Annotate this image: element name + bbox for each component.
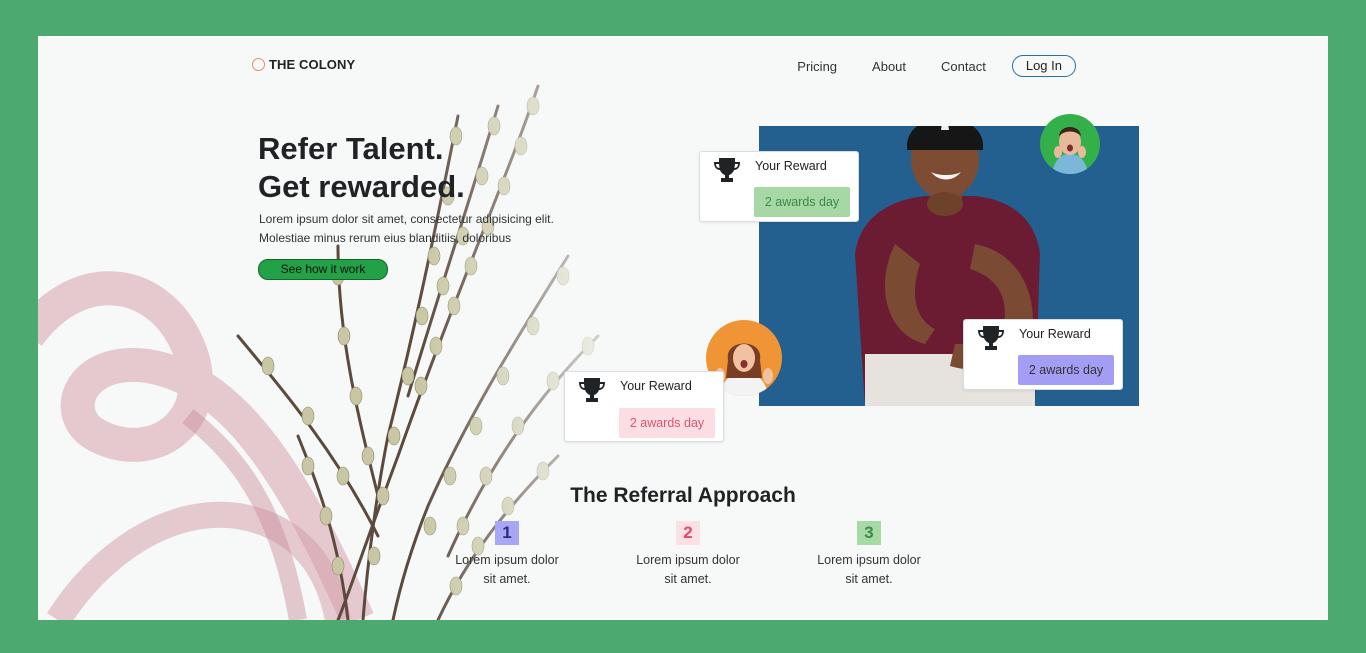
step-text-line2: sit amet.: [845, 572, 893, 586]
step-item: 2 Lorem ipsum dolor sit amet.: [618, 521, 758, 589]
step-text: Lorem ipsum dolor sit amet.: [437, 551, 577, 589]
see-how-it-works-button[interactable]: See how it work: [258, 259, 388, 280]
nav-link-pricing[interactable]: Pricing: [797, 59, 837, 74]
trophy-icon: [579, 378, 605, 402]
step-text-line2: sit amet.: [664, 572, 712, 586]
avatar-surprised-man: [1040, 114, 1100, 174]
hero-title-line1: Refer Talent.: [258, 131, 444, 166]
step-text-line1: Lorem ipsum dolor: [636, 553, 740, 567]
section-title: The Referral Approach: [38, 484, 1328, 508]
landing-page: THE COLONY Pricing About Contact Log In …: [38, 36, 1328, 620]
reward-title: Your Reward: [755, 159, 827, 173]
logo-ring-icon: [252, 58, 265, 71]
brand-name: THE COLONY: [269, 57, 356, 72]
reward-badge: 2 awards day: [754, 187, 850, 217]
nav-link-contact[interactable]: Contact: [941, 59, 986, 74]
hero-title: Refer Talent. Get rewarded.: [258, 130, 465, 206]
step-item: 1 Lorem ipsum dolor sit amet.: [437, 521, 577, 589]
step-number: 1: [495, 521, 519, 545]
brand-logo[interactable]: THE COLONY: [252, 57, 355, 72]
referral-title: The Referral Approach: [570, 484, 796, 507]
trophy-icon: [978, 326, 1004, 350]
step-text: Lorem ipsum dolor sit amet.: [618, 551, 758, 589]
login-button[interactable]: Log In: [1011, 55, 1076, 77]
trophy-icon: [714, 158, 740, 182]
step-text: Lorem ipsum dolor sit amet.: [799, 551, 939, 589]
reward-card[interactable]: Your Reward 2 awards day: [963, 319, 1123, 390]
reward-badge: 2 awards day: [619, 408, 715, 438]
hero-text-line1: Lorem ipsum dolor sit amet, consectetur …: [259, 212, 554, 226]
reward-title: Your Reward: [1019, 327, 1091, 341]
step-number: 2: [676, 521, 700, 545]
hero-text-line2: Molestiae minus rerum eius blanditiis, d…: [259, 231, 512, 245]
step-item: 3 Lorem ipsum dolor sit amet.: [799, 521, 939, 589]
nav-link-about[interactable]: About: [872, 59, 906, 74]
top-nav: Pricing About Contact Log In: [797, 55, 1076, 77]
step-text-line2: sit amet.: [483, 572, 531, 586]
reward-card[interactable]: Your Reward 2 awards day: [564, 371, 724, 442]
step-text-line1: Lorem ipsum dolor: [817, 553, 921, 567]
reward-title: Your Reward: [620, 379, 692, 393]
step-text-line1: Lorem ipsum dolor: [455, 553, 559, 567]
reward-card[interactable]: Your Reward 2 awards day: [699, 151, 859, 222]
step-number: 3: [857, 521, 881, 545]
hero-title-line2: Get rewarded.: [258, 169, 465, 204]
hero-description: Lorem ipsum dolor sit amet, consectetur …: [259, 210, 589, 248]
reward-badge: 2 awards day: [1018, 355, 1114, 385]
